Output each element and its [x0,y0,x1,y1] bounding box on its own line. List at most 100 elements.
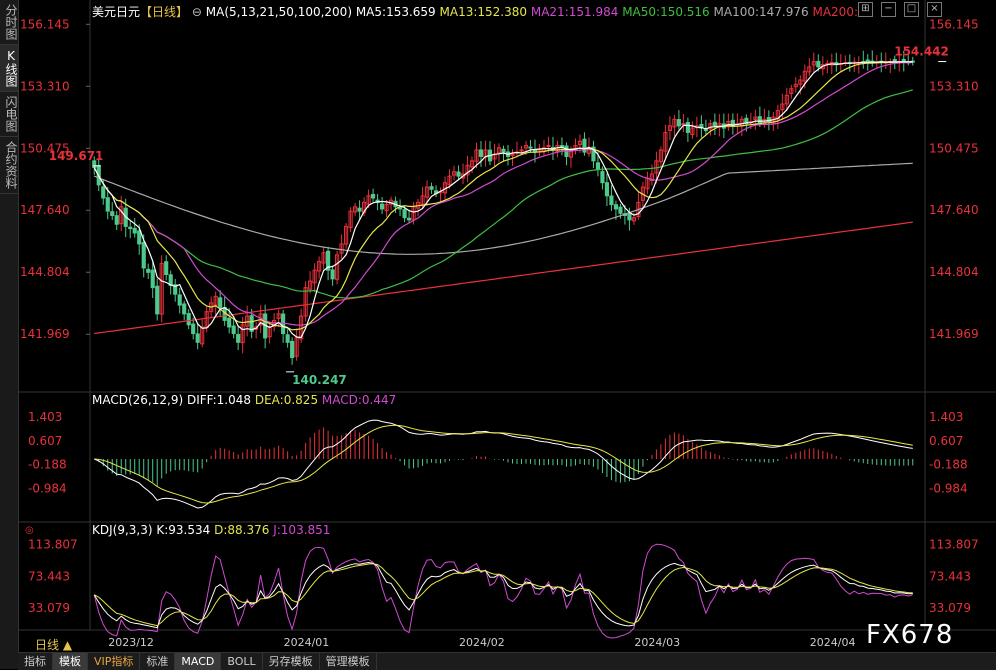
candle-body [402,209,407,219]
kdj-d: D:88.376 [214,523,270,537]
period-selector[interactable]: 日线 ▲ [35,636,72,653]
extreme-label: 154.442 [894,45,949,59]
ma-spec-label: MA(5,13,21,50,100,200) [205,5,352,19]
toolbar-tab-6[interactable]: 另存模板 [263,653,320,670]
candle-body [227,317,232,328]
x-axis-label: 2024/03 [634,636,680,649]
toolbar-tab-3[interactable]: 标准 [140,653,176,670]
price-tick-label-left: 144.804 [20,265,70,279]
candle-body [703,129,708,132]
candle-body [132,227,137,234]
macd-dea: DEA:0.825 [254,393,319,407]
ma100-value: MA100:147.976 [713,5,809,19]
candle-body [685,121,690,133]
kdj-tick-label-left: 73.443 [28,569,70,583]
candlestick-chart[interactable]: 156.145 156.145153.310 153.310150.475 150.4… [18,0,996,652]
period-tag: 【日线】 [140,5,189,19]
kdj-k: K:93.534 [156,523,211,537]
candle-body [429,186,434,190]
candle-body [218,297,223,308]
macd-tick-label-right: 0.607 [929,434,963,448]
kdj-j-line [93,543,913,639]
candle-body [528,146,533,149]
tab-time-share[interactable]: 分时图 [0,0,18,45]
macd-value: MACD:0.447 [321,393,397,407]
ma5-value: MA5:153.659 [355,5,436,19]
candle-body [357,207,362,212]
watermark-logo: FX678 [866,620,954,650]
candle-body [456,171,461,177]
candle-body [546,145,551,148]
indicator-settings-icon[interactable]: ◎ [25,525,34,536]
candle-body [595,162,601,171]
tab-contract-info[interactable]: 合约资料 [0,137,18,194]
macd-dea-line [94,424,913,504]
price-tick-label-right: 153.310 [929,79,979,93]
macd-tick-label-left: 0.607 [28,434,62,448]
ma200-value: MA200: [812,5,858,19]
minimize-icon[interactable]: − [881,2,896,17]
candle-body [816,60,821,68]
macd-tick-label-left: 1.403 [28,410,62,424]
candle-body [478,149,484,157]
toolbar-tab-5[interactable]: BOLL [221,653,263,670]
price-tick-label-right: 150.475 [929,141,979,155]
ma-toggle-icon[interactable]: ⊞ [858,2,873,17]
macd-tick-label-left: -0.984 [28,482,67,496]
candle-body [236,333,241,343]
macd-tick-label-right: -0.188 [929,458,968,472]
toolbar-tab-1[interactable]: 模板 [53,653,88,670]
candle-body [164,261,169,276]
maximize-icon[interactable]: □ [904,2,919,17]
candle-body [155,285,160,315]
close-icon[interactable]: × [927,2,942,17]
macd-tick-label-right: -0.984 [929,482,968,496]
candle-body [406,217,412,221]
side-panel: 分时图 K线图 闪电图 合约资料 [0,0,19,669]
bottom-toolbar: 指标 模板 VIP指标 标准 MACD BOLL 另存模板 管理模板 [18,652,996,670]
settings-icon[interactable]: ⊖ [192,5,202,19]
price-tick-label-right: 141.969 [929,327,979,341]
symbol-label: 美元日元 [92,5,141,19]
candle-body [141,242,146,269]
candle-body [371,193,376,199]
toolbar-tab-7[interactable]: 管理模板 [320,653,377,670]
price-tick-label-left: 147.640 [20,203,70,217]
price-tick-label-left: 153.310 [20,79,70,93]
price-tick-label-left: 156.145 [20,17,70,31]
kdj-k-line [93,561,913,629]
candle-body [604,182,610,197]
candle-body [757,116,762,125]
price-tick-label-right: 144.804 [929,265,979,279]
candle-body [231,325,236,335]
candle-body [681,123,686,126]
ma13-value: MA13:152.380 [439,5,528,19]
kdj-title: KDJ(9,3,3) [92,523,153,537]
kdj-j: J:103.851 [273,523,331,537]
toolbar-tab-0[interactable]: 指标 [18,653,53,670]
ma21-value: MA21:151.984 [530,5,619,19]
extreme-label: 140.247 [292,373,347,387]
candle-body [101,186,106,199]
kdj-tick-label-left: 113.807 [28,538,78,552]
ma21-line [93,61,913,326]
candle-body [186,313,191,326]
candle-body [613,204,619,210]
tab-flash[interactable]: 闪电图 [0,92,18,137]
candle-body [285,334,290,343]
candle-body [110,211,115,216]
candle-body [627,212,632,221]
kdj-tick-label-right: 73.443 [929,569,971,583]
ma200-line [94,221,913,335]
chart-header: 美元日元【日线】 ⊖ MA(5,13,21,50,100,200) MA5:15… [92,3,858,20]
candle-body [191,323,196,335]
toolbar-tab-2[interactable]: VIP指标 [88,653,141,670]
tab-kline[interactable]: K线图 [0,45,18,92]
price-tick-label-left: 141.969 [20,327,70,341]
kdj-tick-label-left: 33.079 [28,601,70,615]
x-axis-label: 2024/04 [810,636,856,649]
candle-body [676,119,681,127]
toolbar-tab-4[interactable]: MACD [175,653,222,670]
macd-tick-label-left: -0.188 [28,458,67,472]
candle-body [137,230,142,245]
